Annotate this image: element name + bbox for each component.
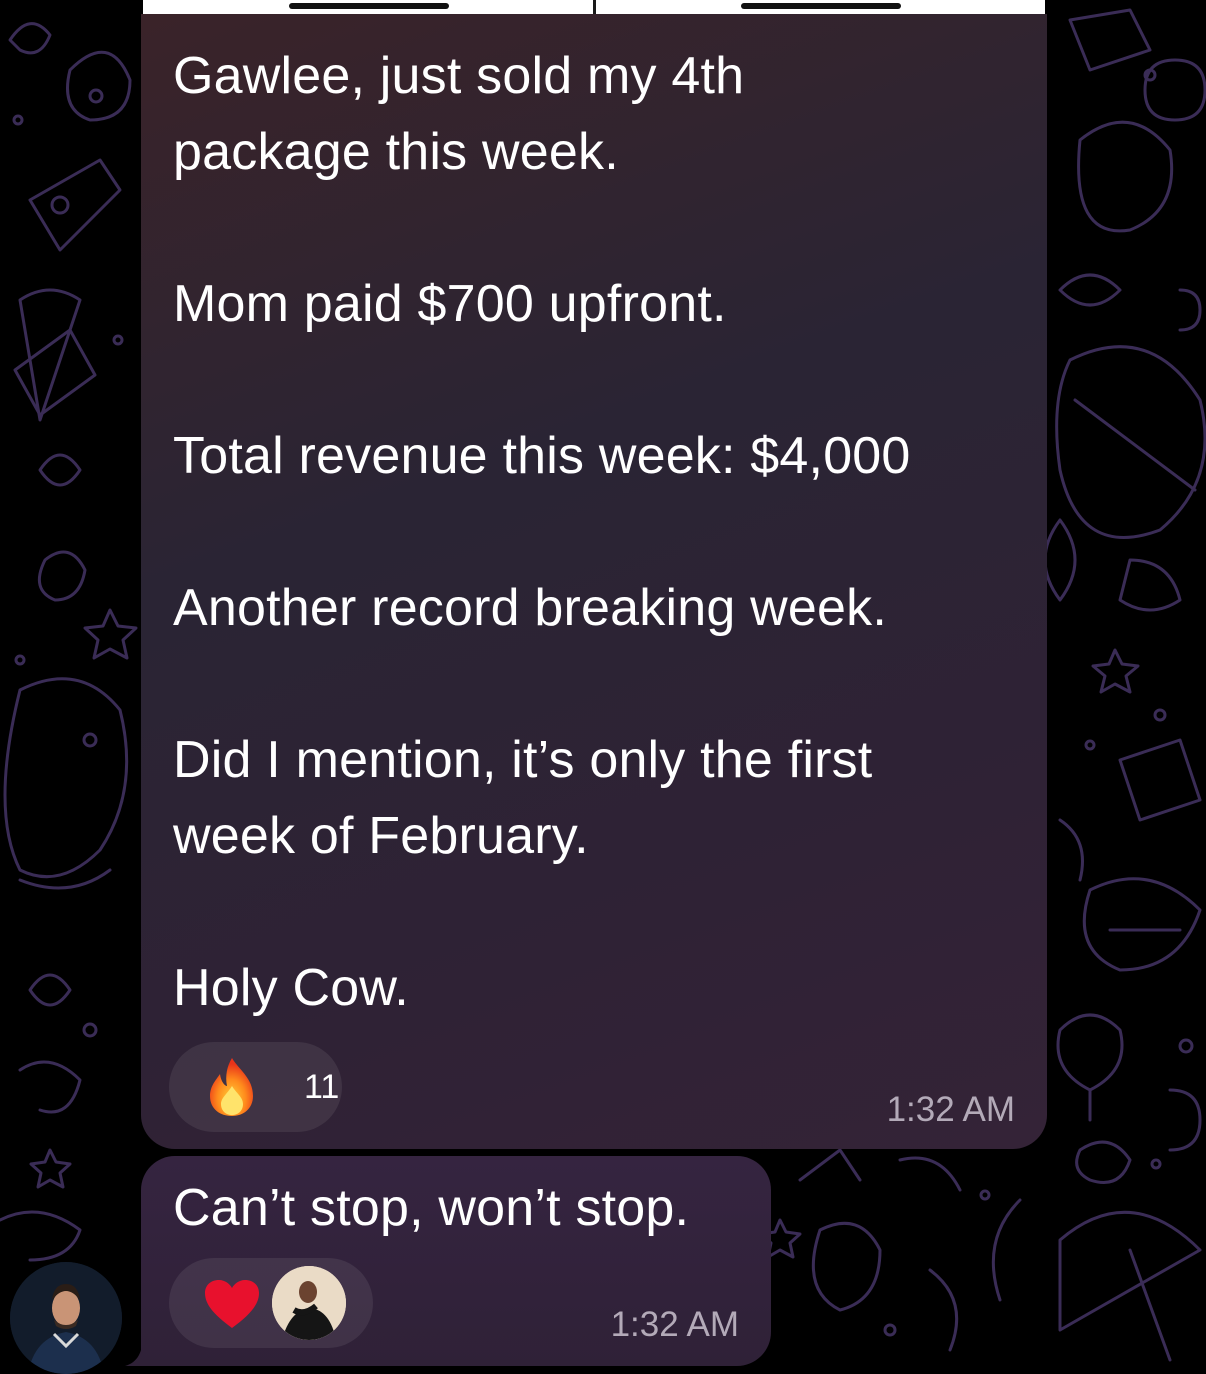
message-text-line: Total revenue this week: $4,000 <box>173 427 911 485</box>
message-text-line: Can’t stop, won’t stop. <box>173 1179 690 1237</box>
reactor-avatar <box>272 1266 346 1340</box>
message-text-line: week of February. <box>173 807 589 865</box>
sender-avatar[interactable] <box>10 1262 122 1374</box>
message-timestamp: 1:32 AM <box>610 1305 739 1344</box>
fire-icon <box>210 1058 253 1116</box>
reaction-heart[interactable] <box>169 1258 373 1348</box>
message-text-line: Did I mention, it’s only the first <box>173 731 873 789</box>
message-text-line: Holy Cow. <box>173 959 409 1017</box>
message-bubble[interactable]: Can’t stop, won’t stop. 1:32 AM <box>141 1156 771 1366</box>
red-heart-icon <box>205 1280 259 1328</box>
message-timestamp: 1:32 AM <box>886 1090 1015 1129</box>
reaction-fire[interactable]: 11 <box>169 1042 342 1132</box>
message-text-line: Gawlee, just sold my 4th <box>173 47 745 105</box>
media-handle-right <box>741 3 901 9</box>
message-text-line: Mom paid $700 upfront. <box>173 275 727 333</box>
avatar-image <box>10 1262 122 1374</box>
message-text-line: package this week. <box>173 123 619 181</box>
media-handle-left <box>289 3 449 9</box>
reaction-count: 11 <box>304 1068 340 1106</box>
message-text-line: Another record breaking week. <box>173 579 887 637</box>
message-bubble[interactable]: Gawlee, just sold my 4th package this we… <box>141 14 1047 1149</box>
